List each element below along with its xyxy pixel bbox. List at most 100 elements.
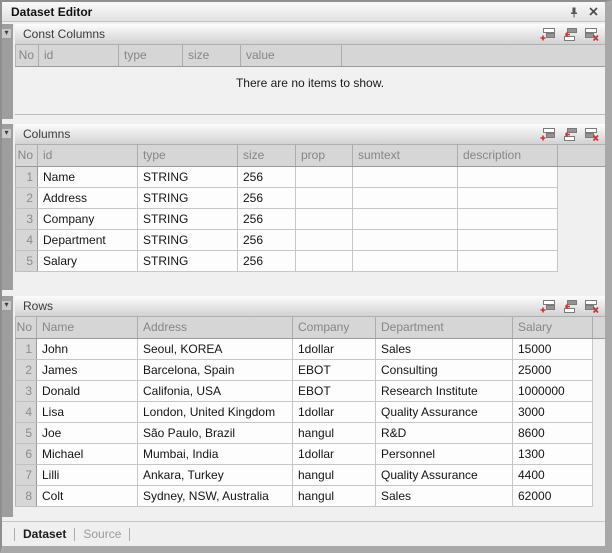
table-cell[interactable] bbox=[296, 208, 353, 229]
table-cell[interactable]: STRING bbox=[138, 250, 238, 271]
table-cell[interactable]: 256 bbox=[238, 166, 296, 187]
delete-column-button[interactable] bbox=[583, 27, 600, 42]
table-cell[interactable] bbox=[458, 166, 558, 187]
table-cell[interactable] bbox=[353, 166, 458, 187]
row-number-cell[interactable]: 4 bbox=[16, 401, 37, 422]
rows-collapse-icon[interactable]: ▾ bbox=[2, 301, 11, 310]
table-cell[interactable]: Salary bbox=[38, 250, 138, 271]
table-cell[interactable]: Mumbai, India bbox=[138, 443, 293, 464]
table-cell[interactable]: Califonia, USA bbox=[138, 380, 293, 401]
table-cell[interactable] bbox=[296, 187, 353, 208]
const-columns-collapse-icon[interactable]: ▾ bbox=[2, 29, 11, 38]
table-cell[interactable] bbox=[353, 229, 458, 250]
table-cell[interactable] bbox=[458, 250, 558, 271]
table-cell[interactable] bbox=[458, 187, 558, 208]
table-cell[interactable]: 4400 bbox=[513, 464, 593, 485]
table-cell[interactable]: Sales bbox=[376, 485, 513, 506]
table-cell[interactable]: Barcelona, Spain bbox=[138, 359, 293, 380]
row-number-cell[interactable]: 5 bbox=[16, 422, 37, 443]
table-cell[interactable]: 256 bbox=[238, 229, 296, 250]
table-cell[interactable]: EBOT bbox=[293, 359, 376, 380]
column-header-size: size bbox=[183, 45, 241, 66]
table-cell[interactable]: EBOT bbox=[293, 380, 376, 401]
table-cell[interactable]: STRING bbox=[138, 166, 238, 187]
row-number-cell[interactable]: 5 bbox=[16, 250, 38, 271]
row-number-cell[interactable]: 4 bbox=[16, 229, 38, 250]
pin-button[interactable] bbox=[566, 4, 582, 19]
table-cell[interactable]: Quality Assurance bbox=[376, 464, 513, 485]
table-cell[interactable]: John bbox=[37, 338, 138, 359]
table-cell[interactable]: Research Institute bbox=[376, 380, 513, 401]
table-cell[interactable]: 25000 bbox=[513, 359, 593, 380]
table-cell[interactable]: Colt bbox=[37, 485, 138, 506]
table-cell[interactable] bbox=[353, 250, 458, 271]
row-number-cell[interactable]: 6 bbox=[16, 443, 37, 464]
table-cell[interactable] bbox=[296, 166, 353, 187]
table-cell[interactable]: 3000 bbox=[513, 401, 593, 422]
add-column-button[interactable] bbox=[539, 27, 556, 42]
table-cell[interactable]: hangul bbox=[293, 485, 376, 506]
table-cell[interactable]: London, United Kingdom bbox=[138, 401, 293, 422]
table-cell[interactable]: STRING bbox=[138, 229, 238, 250]
table-cell[interactable] bbox=[353, 208, 458, 229]
table-cell[interactable]: Sales bbox=[376, 338, 513, 359]
table-cell[interactable]: STRING bbox=[138, 187, 238, 208]
table-cell[interactable]: Sydney, NSW, Australia bbox=[138, 485, 293, 506]
table-cell[interactable]: Donald bbox=[37, 380, 138, 401]
table-cell[interactable]: James bbox=[37, 359, 138, 380]
table-cell[interactable]: Lilli bbox=[37, 464, 138, 485]
table-cell[interactable]: Seoul, KOREA bbox=[138, 338, 293, 359]
table-cell[interactable]: Michael bbox=[37, 443, 138, 464]
tab-source[interactable]: Source bbox=[83, 527, 121, 541]
delete-column-button[interactable] bbox=[583, 299, 600, 314]
table-cell[interactable]: 8600 bbox=[513, 422, 593, 443]
row-number-cell[interactable]: 2 bbox=[16, 359, 37, 380]
row-number-cell[interactable]: 2 bbox=[16, 187, 38, 208]
table-cell[interactable]: STRING bbox=[138, 208, 238, 229]
delete-column-button[interactable] bbox=[583, 127, 600, 142]
add-column-button[interactable] bbox=[539, 127, 556, 142]
table-cell[interactable]: Personnel bbox=[376, 443, 513, 464]
columns-collapse-icon[interactable]: ▾ bbox=[2, 129, 11, 138]
table-cell[interactable]: Department bbox=[38, 229, 138, 250]
table-cell[interactable]: Name bbox=[38, 166, 138, 187]
close-button[interactable] bbox=[585, 4, 601, 19]
table-cell[interactable]: 256 bbox=[238, 250, 296, 271]
table-cell[interactable]: Ankara, Turkey bbox=[138, 464, 293, 485]
table-cell[interactable]: Quality Assurance bbox=[376, 401, 513, 422]
row-number-cell[interactable]: 1 bbox=[16, 338, 37, 359]
table-cell[interactable] bbox=[296, 250, 353, 271]
table-cell[interactable] bbox=[353, 187, 458, 208]
row-number-cell[interactable]: 3 bbox=[16, 380, 37, 401]
row-number-cell[interactable]: 3 bbox=[16, 208, 38, 229]
table-cell[interactable]: 1dollar bbox=[293, 338, 376, 359]
table-cell[interactable]: Consulting bbox=[376, 359, 513, 380]
table-cell[interactable]: 15000 bbox=[513, 338, 593, 359]
add-column-button[interactable] bbox=[539, 299, 556, 314]
insert-column-button[interactable] bbox=[561, 127, 578, 142]
table-cell[interactable]: 1300 bbox=[513, 443, 593, 464]
table-cell[interactable]: 256 bbox=[238, 187, 296, 208]
table-cell[interactable]: Lisa bbox=[37, 401, 138, 422]
row-number-cell[interactable]: 7 bbox=[16, 464, 37, 485]
table-cell[interactable] bbox=[296, 229, 353, 250]
table-cell[interactable]: hangul bbox=[293, 422, 376, 443]
table-cell[interactable]: Address bbox=[38, 187, 138, 208]
tab-dataset[interactable]: Dataset bbox=[23, 527, 66, 541]
table-cell[interactable]: 62000 bbox=[513, 485, 593, 506]
insert-column-button[interactable] bbox=[561, 27, 578, 42]
table-cell[interactable] bbox=[458, 229, 558, 250]
table-cell[interactable]: R&D bbox=[376, 422, 513, 443]
table-cell[interactable]: 1dollar bbox=[293, 443, 376, 464]
table-cell[interactable]: 256 bbox=[238, 208, 296, 229]
insert-column-button[interactable] bbox=[561, 299, 578, 314]
row-number-cell[interactable]: 1 bbox=[16, 166, 38, 187]
table-cell[interactable]: Company bbox=[38, 208, 138, 229]
row-number-cell[interactable]: 8 bbox=[16, 485, 37, 506]
table-cell[interactable]: Joe bbox=[37, 422, 138, 443]
table-cell[interactable]: 1dollar bbox=[293, 401, 376, 422]
table-cell[interactable]: São Paulo, Brazil bbox=[138, 422, 293, 443]
table-cell[interactable] bbox=[458, 208, 558, 229]
table-cell[interactable]: 1000000 bbox=[513, 380, 593, 401]
table-cell[interactable]: hangul bbox=[293, 464, 376, 485]
